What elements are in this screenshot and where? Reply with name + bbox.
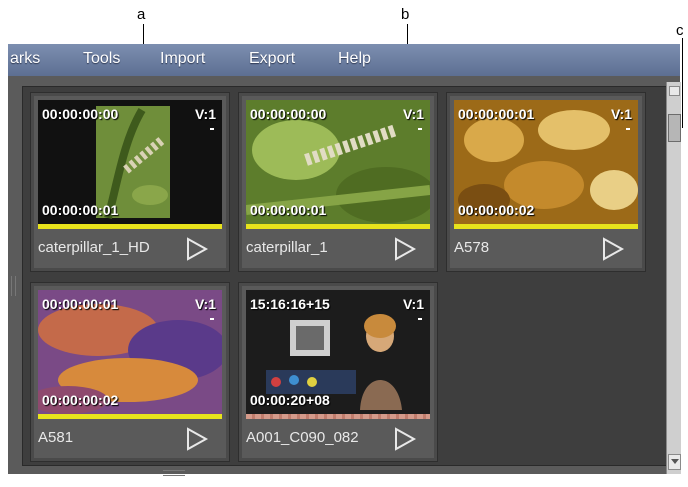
scrollbar-thumb[interactable]: [668, 114, 681, 142]
clip-status-bar: [246, 224, 430, 229]
clip-thumbnail: 00:00:00:01 00:00:00:02 V:1: [38, 290, 222, 414]
callout-c-leader: [682, 38, 683, 128]
clip-name: A581: [38, 429, 74, 446]
menu-bar: arks Tools Import Export Help: [8, 44, 680, 77]
timecode-in: 00:00:00:01: [42, 296, 119, 312]
menu-item-import[interactable]: Import: [160, 50, 205, 68]
callout-a: a: [137, 6, 146, 23]
track-indicator: [210, 318, 214, 320]
clip-status-bar: [38, 224, 222, 229]
resize-handle-bottom[interactable]: [163, 470, 185, 476]
timecode-out: 00:00:00:01: [250, 202, 327, 218]
video-track-label: V:1: [194, 296, 216, 312]
video-track-label: V:1: [402, 106, 424, 122]
timecode-in: 00:00:00:01: [458, 106, 535, 122]
timecode-out: 00:00:00:01: [42, 202, 119, 218]
timecode-in: 15:16:16+15: [250, 296, 330, 312]
clip-tile[interactable]: 00:00:00:00 00:00:00:01 V:1 caterpillar_…: [239, 93, 437, 271]
timecode-out: 00:00:20+08: [250, 392, 330, 408]
vertical-scrollbar[interactable]: [666, 82, 681, 474]
resize-handle-left[interactable]: [11, 276, 16, 296]
menu-item-marks[interactable]: arks: [10, 50, 40, 68]
clip-status-bar: [454, 224, 638, 229]
scroll-down-arrow-icon[interactable]: [668, 454, 681, 470]
play-icon[interactable]: [184, 427, 210, 451]
menu-item-tools[interactable]: Tools: [83, 50, 120, 68]
clip-tile[interactable]: 00:00:00:01 00:00:00:02 V:1 A578: [447, 93, 645, 271]
play-icon[interactable]: [392, 427, 418, 451]
clip-library-window: 00:00:00:00 00:00:00:01 V:1 caterpillar_…: [8, 76, 680, 476]
play-icon[interactable]: [600, 237, 626, 261]
callout-c: c: [676, 22, 684, 39]
track-indicator: [210, 128, 214, 130]
menu-item-help[interactable]: Help: [338, 50, 371, 68]
play-icon[interactable]: [392, 237, 418, 261]
clip-thumbnail: 00:00:00:00 00:00:00:01 V:1: [38, 100, 222, 224]
scroll-up-arrow-icon[interactable]: [669, 86, 680, 96]
video-track-label: V:1: [402, 296, 424, 312]
clip-thumbnail: 00:00:00:01 00:00:00:02 V:1: [454, 100, 638, 224]
timecode-in: 00:00:00:00: [42, 106, 119, 122]
clip-thumbnail: 00:00:00:00 00:00:00:01 V:1: [246, 100, 430, 224]
callout-b: b: [401, 6, 410, 23]
video-track-label: V:1: [194, 106, 216, 122]
timecode-out: 00:00:00:02: [42, 392, 119, 408]
clip-tile[interactable]: 00:00:00:01 00:00:00:02 V:1 A581: [31, 283, 229, 461]
track-indicator: [418, 128, 422, 130]
clip-thumbnail: 15:16:16+15 00:00:20+08 V:1: [246, 290, 430, 414]
clip-grid: 00:00:00:00 00:00:00:01 V:1 caterpillar_…: [22, 86, 674, 466]
play-icon[interactable]: [184, 237, 210, 261]
timecode-in: 00:00:00:00: [250, 106, 327, 122]
clip-name: A001_C090_082: [246, 429, 359, 446]
menu-item-export[interactable]: Export: [249, 50, 295, 68]
track-indicator: [418, 318, 422, 320]
timecode-out: 00:00:00:02: [458, 202, 535, 218]
clip-name: A578: [454, 239, 490, 256]
track-indicator: [626, 128, 630, 130]
clip-name: caterpillar_1: [246, 239, 328, 256]
clip-tile[interactable]: 00:00:00:00 00:00:00:01 V:1 caterpillar_…: [31, 93, 229, 271]
clip-tile[interactable]: 15:16:16+15 00:00:20+08 V:1 A001_C090_08…: [239, 283, 437, 461]
clip-name: caterpillar_1_HD: [38, 239, 150, 256]
clip-status-bar: [38, 414, 222, 419]
clip-status-bar: [246, 414, 430, 419]
video-track-label: V:1: [610, 106, 632, 122]
